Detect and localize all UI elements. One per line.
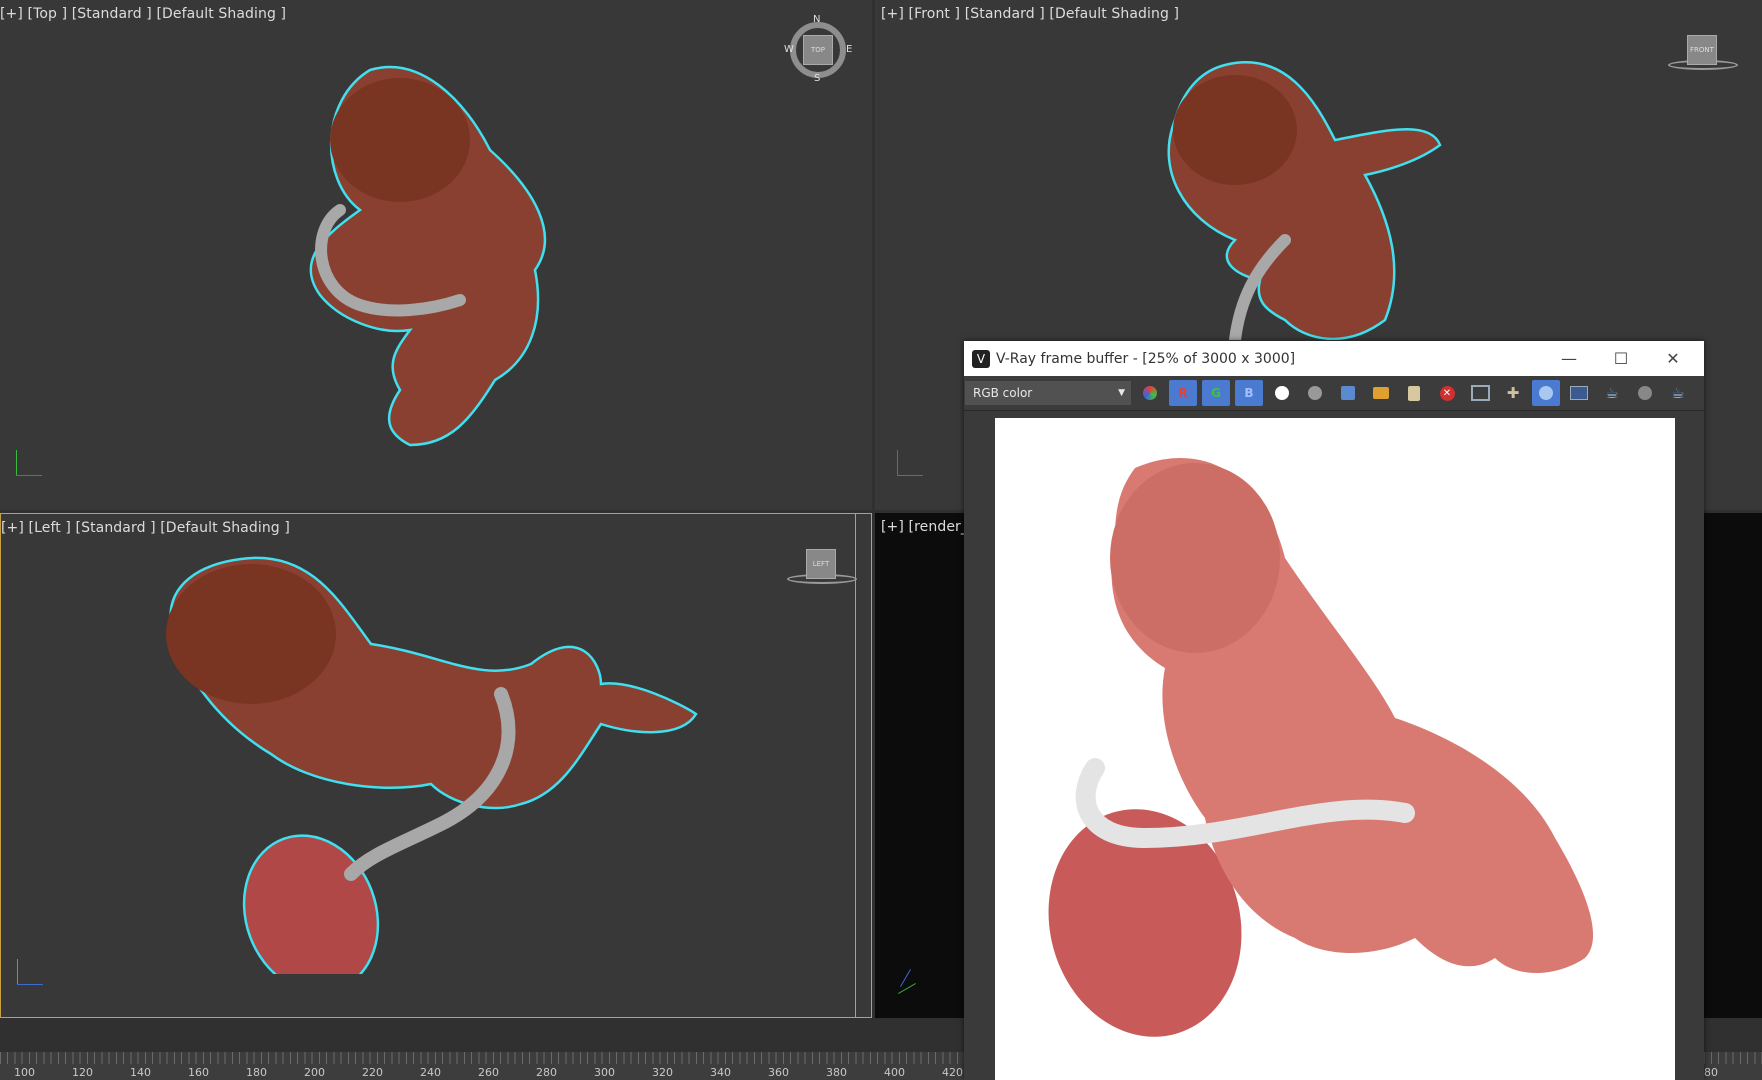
viewport-shading[interactable]: [Standard ]: [72, 6, 152, 22]
timeline-tick-label: 360: [768, 1066, 789, 1079]
timeline-tick-label: 340: [710, 1066, 731, 1079]
fetus-model-left[interactable]: [161, 554, 701, 974]
vray-title-bar[interactable]: V V-Ray frame buffer - [25% of 3000 x 30…: [964, 341, 1704, 376]
axis-tripod-icon: [14, 450, 44, 480]
gray-circle-icon[interactable]: [1301, 380, 1329, 406]
compass-w: W: [784, 44, 794, 55]
follow-mouse-icon[interactable]: ✚: [1499, 380, 1527, 406]
timeline-tick-label: 380: [826, 1066, 847, 1079]
axis-tripod-icon: [895, 963, 925, 994]
viewcube-left[interactable]: LEFT: [806, 549, 836, 579]
viewport-front-label[interactable]: [+] [Front ] [Standard ] [Default Shadin…: [881, 6, 1179, 22]
render-canvas[interactable]: [995, 418, 1675, 1080]
render-teapot-icon[interactable]: ☕: [1598, 380, 1626, 406]
channel-select-value: RGB color: [973, 386, 1033, 400]
viewcube-top[interactable]: TOP: [803, 35, 833, 65]
vray-logo-icon: V: [972, 349, 990, 368]
blue-channel-button[interactable]: B: [1235, 380, 1263, 406]
color-channels-icon[interactable]: [1136, 380, 1164, 406]
viewport-menu-plus[interactable]: [+]: [0, 6, 23, 22]
teapot-icon[interactable]: ☕: [1664, 380, 1692, 406]
timeline-tick-label: 180: [246, 1066, 267, 1079]
rendered-fetus-image: [1048, 458, 1594, 1037]
viewport-left[interactable]: [+] [Left ] [Standard ] [Default Shading…: [0, 513, 872, 1018]
viewport-menu-plus[interactable]: [+]: [881, 519, 904, 535]
green-channel-button[interactable]: G: [1202, 380, 1230, 406]
vray-window-title: V-Ray frame buffer - [25% of 3000 x 3000…: [996, 350, 1296, 367]
viewport-mode[interactable]: [Default Shading ]: [1049, 6, 1179, 22]
timeline-tick-label: 300: [594, 1066, 615, 1079]
region-icon[interactable]: [1466, 380, 1494, 406]
viewport-menu-plus[interactable]: [+]: [1, 520, 24, 536]
viewport-top-label[interactable]: [+] [Top ] [Standard ] [Default Shading …: [0, 6, 286, 22]
viewport-mode[interactable]: [Default Shading ]: [156, 6, 286, 22]
axis-tripod-icon: [895, 450, 925, 480]
viewcube-front[interactable]: FRONT: [1687, 35, 1717, 65]
timeline-tick-label: 320: [652, 1066, 673, 1079]
timeline-tick-label: 260: [478, 1066, 499, 1079]
timeline-tick-label: 220: [362, 1066, 383, 1079]
timeline-tick-label: 240: [420, 1066, 441, 1079]
viewport-left-label[interactable]: [+] [Left ] [Standard ] [Default Shading…: [1, 520, 290, 536]
vray-toolbar: RGB color ▼ R G B ✕ ✚ ☕ ☕: [964, 376, 1704, 411]
maximize-button[interactable]: ☐: [1596, 341, 1646, 376]
red-channel-button[interactable]: R: [1169, 380, 1197, 406]
viewport-menu-plus[interactable]: [+]: [881, 6, 904, 22]
timeline-tick-label: 400: [884, 1066, 905, 1079]
timeline-tick-label: 140: [130, 1066, 151, 1079]
compass-s: S: [814, 73, 821, 84]
timeline-tick-label: 160: [188, 1066, 209, 1079]
axis-tripod-icon: [15, 959, 45, 989]
viewport-top[interactable]: [+] [Top ] [Standard ] [Default Shading …: [0, 0, 872, 510]
track-region-icon[interactable]: [1532, 380, 1560, 406]
stop-render-icon[interactable]: [1631, 380, 1659, 406]
viewport-mode[interactable]: [Default Shading ]: [160, 520, 290, 536]
compass-n: N: [813, 14, 821, 25]
white-circle-icon[interactable]: [1268, 380, 1296, 406]
minimize-button[interactable]: —: [1544, 341, 1594, 376]
viewport-view-name[interactable]: [Top ]: [28, 6, 68, 22]
timeline-tick-label: 80: [1704, 1066, 1718, 1079]
save-icon[interactable]: [1334, 380, 1362, 406]
close-button[interactable]: ✕: [1648, 341, 1698, 376]
lut-icon[interactable]: [1565, 380, 1593, 406]
timeline-tick-label: 120: [72, 1066, 93, 1079]
timeline-tick-label: 200: [304, 1066, 325, 1079]
timeline-tick-label: 420: [942, 1066, 963, 1079]
fetus-model-top[interactable]: [300, 60, 560, 450]
vray-frame-buffer-window[interactable]: V V-Ray frame buffer - [25% of 3000 x 30…: [964, 341, 1704, 1080]
clear-icon[interactable]: ✕: [1433, 380, 1461, 406]
chevron-down-icon: ▼: [1118, 388, 1125, 398]
viewport-shading[interactable]: [Standard ]: [76, 520, 156, 536]
clipboard-icon[interactable]: [1400, 380, 1428, 406]
viewport-view-name[interactable]: [Left ]: [29, 520, 71, 536]
frame-marker-line: [855, 514, 856, 1017]
fetus-model-front[interactable]: [1165, 60, 1465, 340]
open-folder-icon[interactable]: [1367, 380, 1395, 406]
viewport-shading[interactable]: [Standard ]: [965, 6, 1045, 22]
timeline-tick-label: 280: [536, 1066, 557, 1079]
viewport-view-name[interactable]: [Front ]: [909, 6, 961, 22]
compass-e: E: [846, 44, 853, 55]
timeline-tick-label: 100: [14, 1066, 35, 1079]
channel-select[interactable]: RGB color ▼: [965, 381, 1131, 405]
